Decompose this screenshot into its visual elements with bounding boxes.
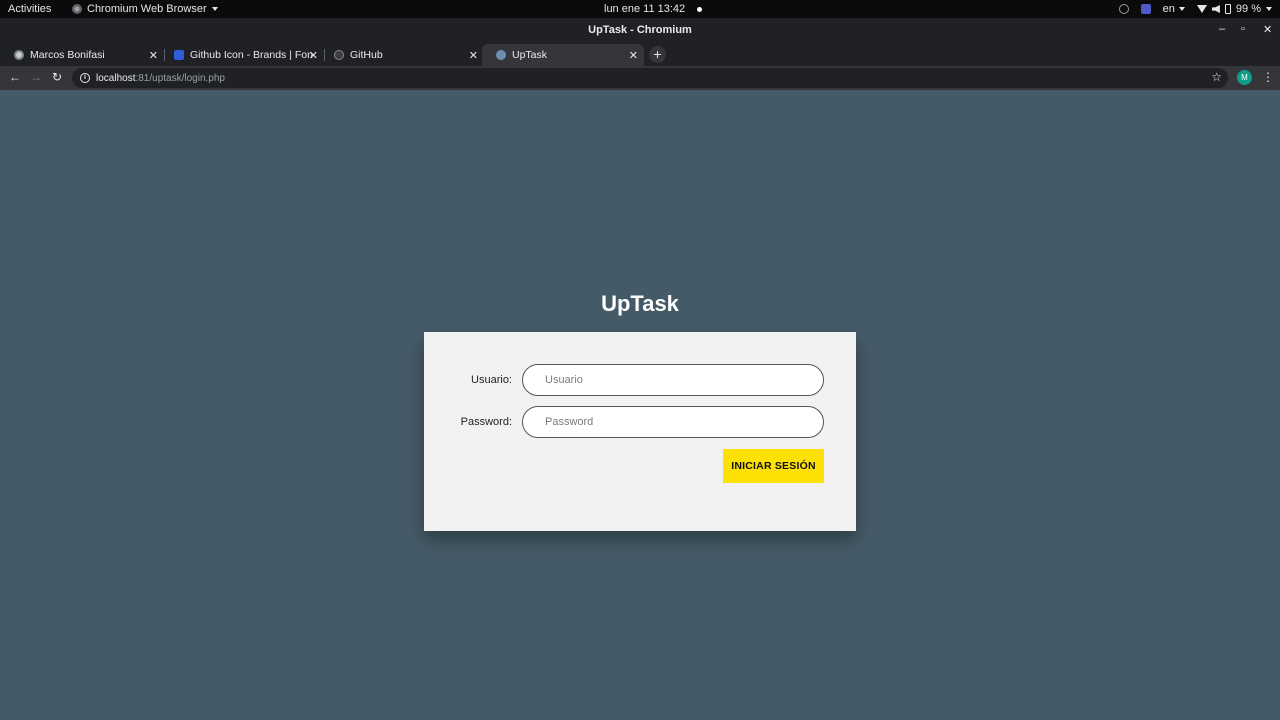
tab-github-icon-fontawesome[interactable]: Github Icon - Brands | Fon ✕	[160, 44, 325, 66]
system-tray: en 99 %	[1118, 3, 1272, 15]
whatsapp-icon[interactable]	[1118, 4, 1129, 14]
user-input[interactable]	[522, 364, 824, 396]
wifi-icon	[1196, 5, 1207, 13]
password-input[interactable]	[522, 406, 824, 438]
clock[interactable]: lun ene 11 13:42	[604, 3, 703, 15]
bookmark-star-icon[interactable]: ☆	[1211, 70, 1222, 84]
chevron-down-icon	[211, 7, 218, 11]
window-title-bar[interactable]: UpTask - Chromium – ▫ ✕	[0, 18, 1280, 42]
tab-title: Marcos Bonifasi	[30, 49, 105, 61]
globe-icon	[14, 50, 24, 60]
close-tab-icon[interactable]: ✕	[629, 49, 638, 62]
tab-marcos-bonifasi[interactable]: Marcos Bonifasi ✕	[0, 44, 165, 66]
notification-dot-icon	[697, 6, 703, 12]
chromium-icon	[72, 4, 82, 14]
password-label: Password:	[460, 416, 512, 428]
page-title: UpTask	[601, 291, 679, 316]
new-tab-button[interactable]: +	[649, 46, 666, 63]
browser-menu-icon[interactable]: ⋮	[1262, 70, 1274, 84]
app-menu[interactable]: Chromium Web Browser	[72, 3, 218, 15]
reload-icon[interactable]: ↻	[52, 70, 62, 84]
tab-title: Github Icon - Brands | Fon	[190, 49, 313, 61]
chevron-down-icon	[1178, 7, 1185, 11]
close-tab-icon[interactable]: ✕	[149, 49, 158, 62]
maximize-button[interactable]: ▫	[1241, 23, 1245, 35]
tab-uptask[interactable]: UpTask ✕	[482, 44, 644, 66]
teams-icon[interactable]	[1140, 4, 1151, 14]
url-host: localhost	[96, 72, 136, 84]
close-window-button[interactable]: ✕	[1263, 23, 1272, 36]
system-top-bar: Activities Chromium Web Browser lun ene …	[0, 0, 1280, 18]
tab-github[interactable]: GitHub ✕	[320, 44, 484, 66]
url-path: :81/uptask/login.php	[135, 72, 225, 84]
login-form: Usuario: Password: INICIAR SESIÓN	[424, 332, 856, 531]
battery-level: 99 %	[1235, 3, 1261, 15]
site-info-icon[interactable]: i	[80, 73, 90, 83]
tab-title: UpTask	[512, 49, 548, 61]
browser-toolbar: ← → ↻ i localhost:81/uptask/login.php ☆ …	[0, 66, 1280, 90]
activities-button[interactable]: Activities	[8, 3, 51, 15]
window-title: UpTask - Chromium	[588, 24, 692, 36]
back-arrow-icon[interactable]: ←	[9, 70, 21, 84]
system-menu[interactable]: 99 %	[1196, 3, 1272, 15]
app-menu-label: Chromium Web Browser	[87, 3, 207, 15]
user-label: Usuario:	[471, 374, 512, 386]
close-tab-icon[interactable]: ✕	[309, 49, 318, 62]
minimize-button[interactable]: –	[1219, 23, 1225, 35]
address-bar[interactable]: i localhost:81/uptask/login.php ☆	[72, 68, 1228, 88]
fontawesome-flag-icon	[174, 50, 184, 60]
close-tab-icon[interactable]: ✕	[469, 49, 478, 62]
clock-text: lun ene 11 13:42	[604, 3, 686, 15]
volume-icon	[1211, 5, 1220, 13]
forward-arrow-icon[interactable]: →	[30, 70, 42, 84]
chevron-down-icon	[1266, 7, 1272, 11]
battery-icon	[1224, 4, 1231, 14]
language-selector[interactable]: en	[1163, 3, 1185, 15]
tab-title: GitHub	[350, 49, 383, 61]
tab-strip: Marcos Bonifasi ✕ Github Icon - Brands |…	[0, 42, 1280, 66]
language-label: en	[1162, 3, 1175, 15]
github-icon	[334, 50, 344, 60]
login-button[interactable]: INICIAR SESIÓN	[723, 449, 824, 483]
profile-avatar[interactable]: M	[1237, 70, 1252, 85]
uptask-icon	[496, 50, 506, 60]
